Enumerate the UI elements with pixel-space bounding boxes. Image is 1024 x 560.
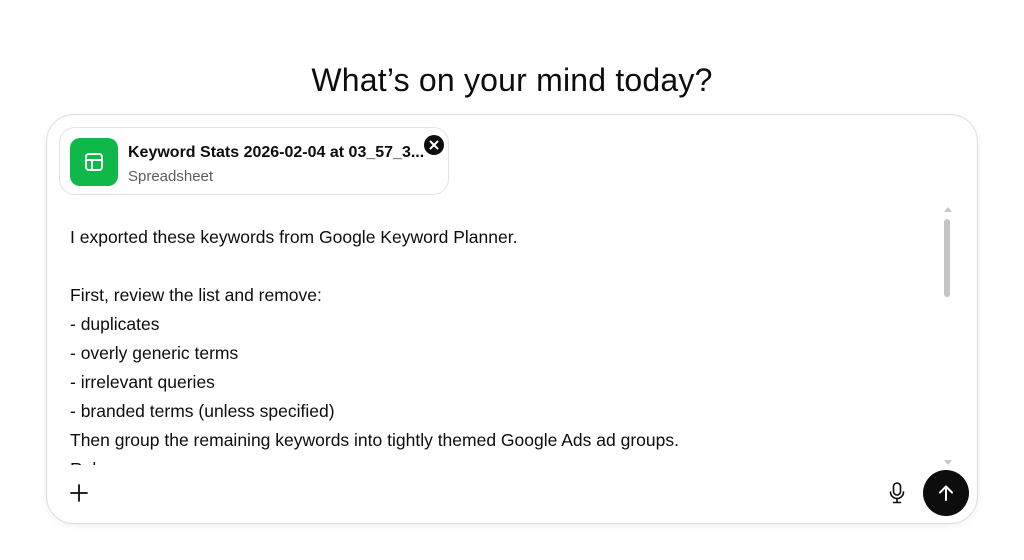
close-icon	[429, 140, 439, 150]
prompt-line: - branded terms (unless specified)	[70, 401, 335, 421]
microphone-icon	[889, 482, 905, 504]
scroll-up-arrow-icon[interactable]	[944, 207, 952, 212]
prompt-line: - duplicates	[70, 314, 160, 334]
prompt-line	[70, 252, 930, 281]
attachment-file-name: Keyword Stats 2026-02-04 at 03_57_3...	[128, 144, 425, 161]
prompt-line: Rules:	[70, 455, 930, 465]
add-attachment-button[interactable]	[63, 477, 95, 509]
text-scrollbar[interactable]	[942, 207, 954, 465]
scroll-down-arrow-icon[interactable]	[944, 460, 952, 465]
page-heading: What’s on your mind today?	[311, 62, 713, 98]
prompt-line: I exported these keywords from Google Ke…	[70, 227, 518, 247]
file-attachment-card[interactable]: Keyword Stats 2026-02-04 at 03_57_3... S…	[59, 127, 449, 195]
remove-attachment-button[interactable]	[424, 135, 444, 155]
prompt-line: - overly generic terms	[70, 343, 239, 363]
prompt-line: - irrelevant queries	[70, 372, 215, 392]
arrow-up-icon	[939, 485, 953, 501]
prompt-line: First, review the list and remove:	[70, 285, 322, 305]
send-button[interactable]	[923, 470, 969, 516]
prompt-line: Then group the remaining keywords into t…	[70, 430, 679, 450]
scrollbar-thumb[interactable]	[944, 219, 950, 297]
voice-input-button[interactable]	[881, 477, 913, 509]
prompt-text-area[interactable]: I exported these keywords from Google Ke…	[70, 223, 930, 465]
plus-icon	[70, 484, 88, 502]
spreadsheet-icon	[70, 138, 118, 186]
message-composer[interactable]: Keyword Stats 2026-02-04 at 03_57_3... S…	[46, 114, 978, 524]
attachment-file-type: Spreadsheet	[128, 168, 214, 185]
